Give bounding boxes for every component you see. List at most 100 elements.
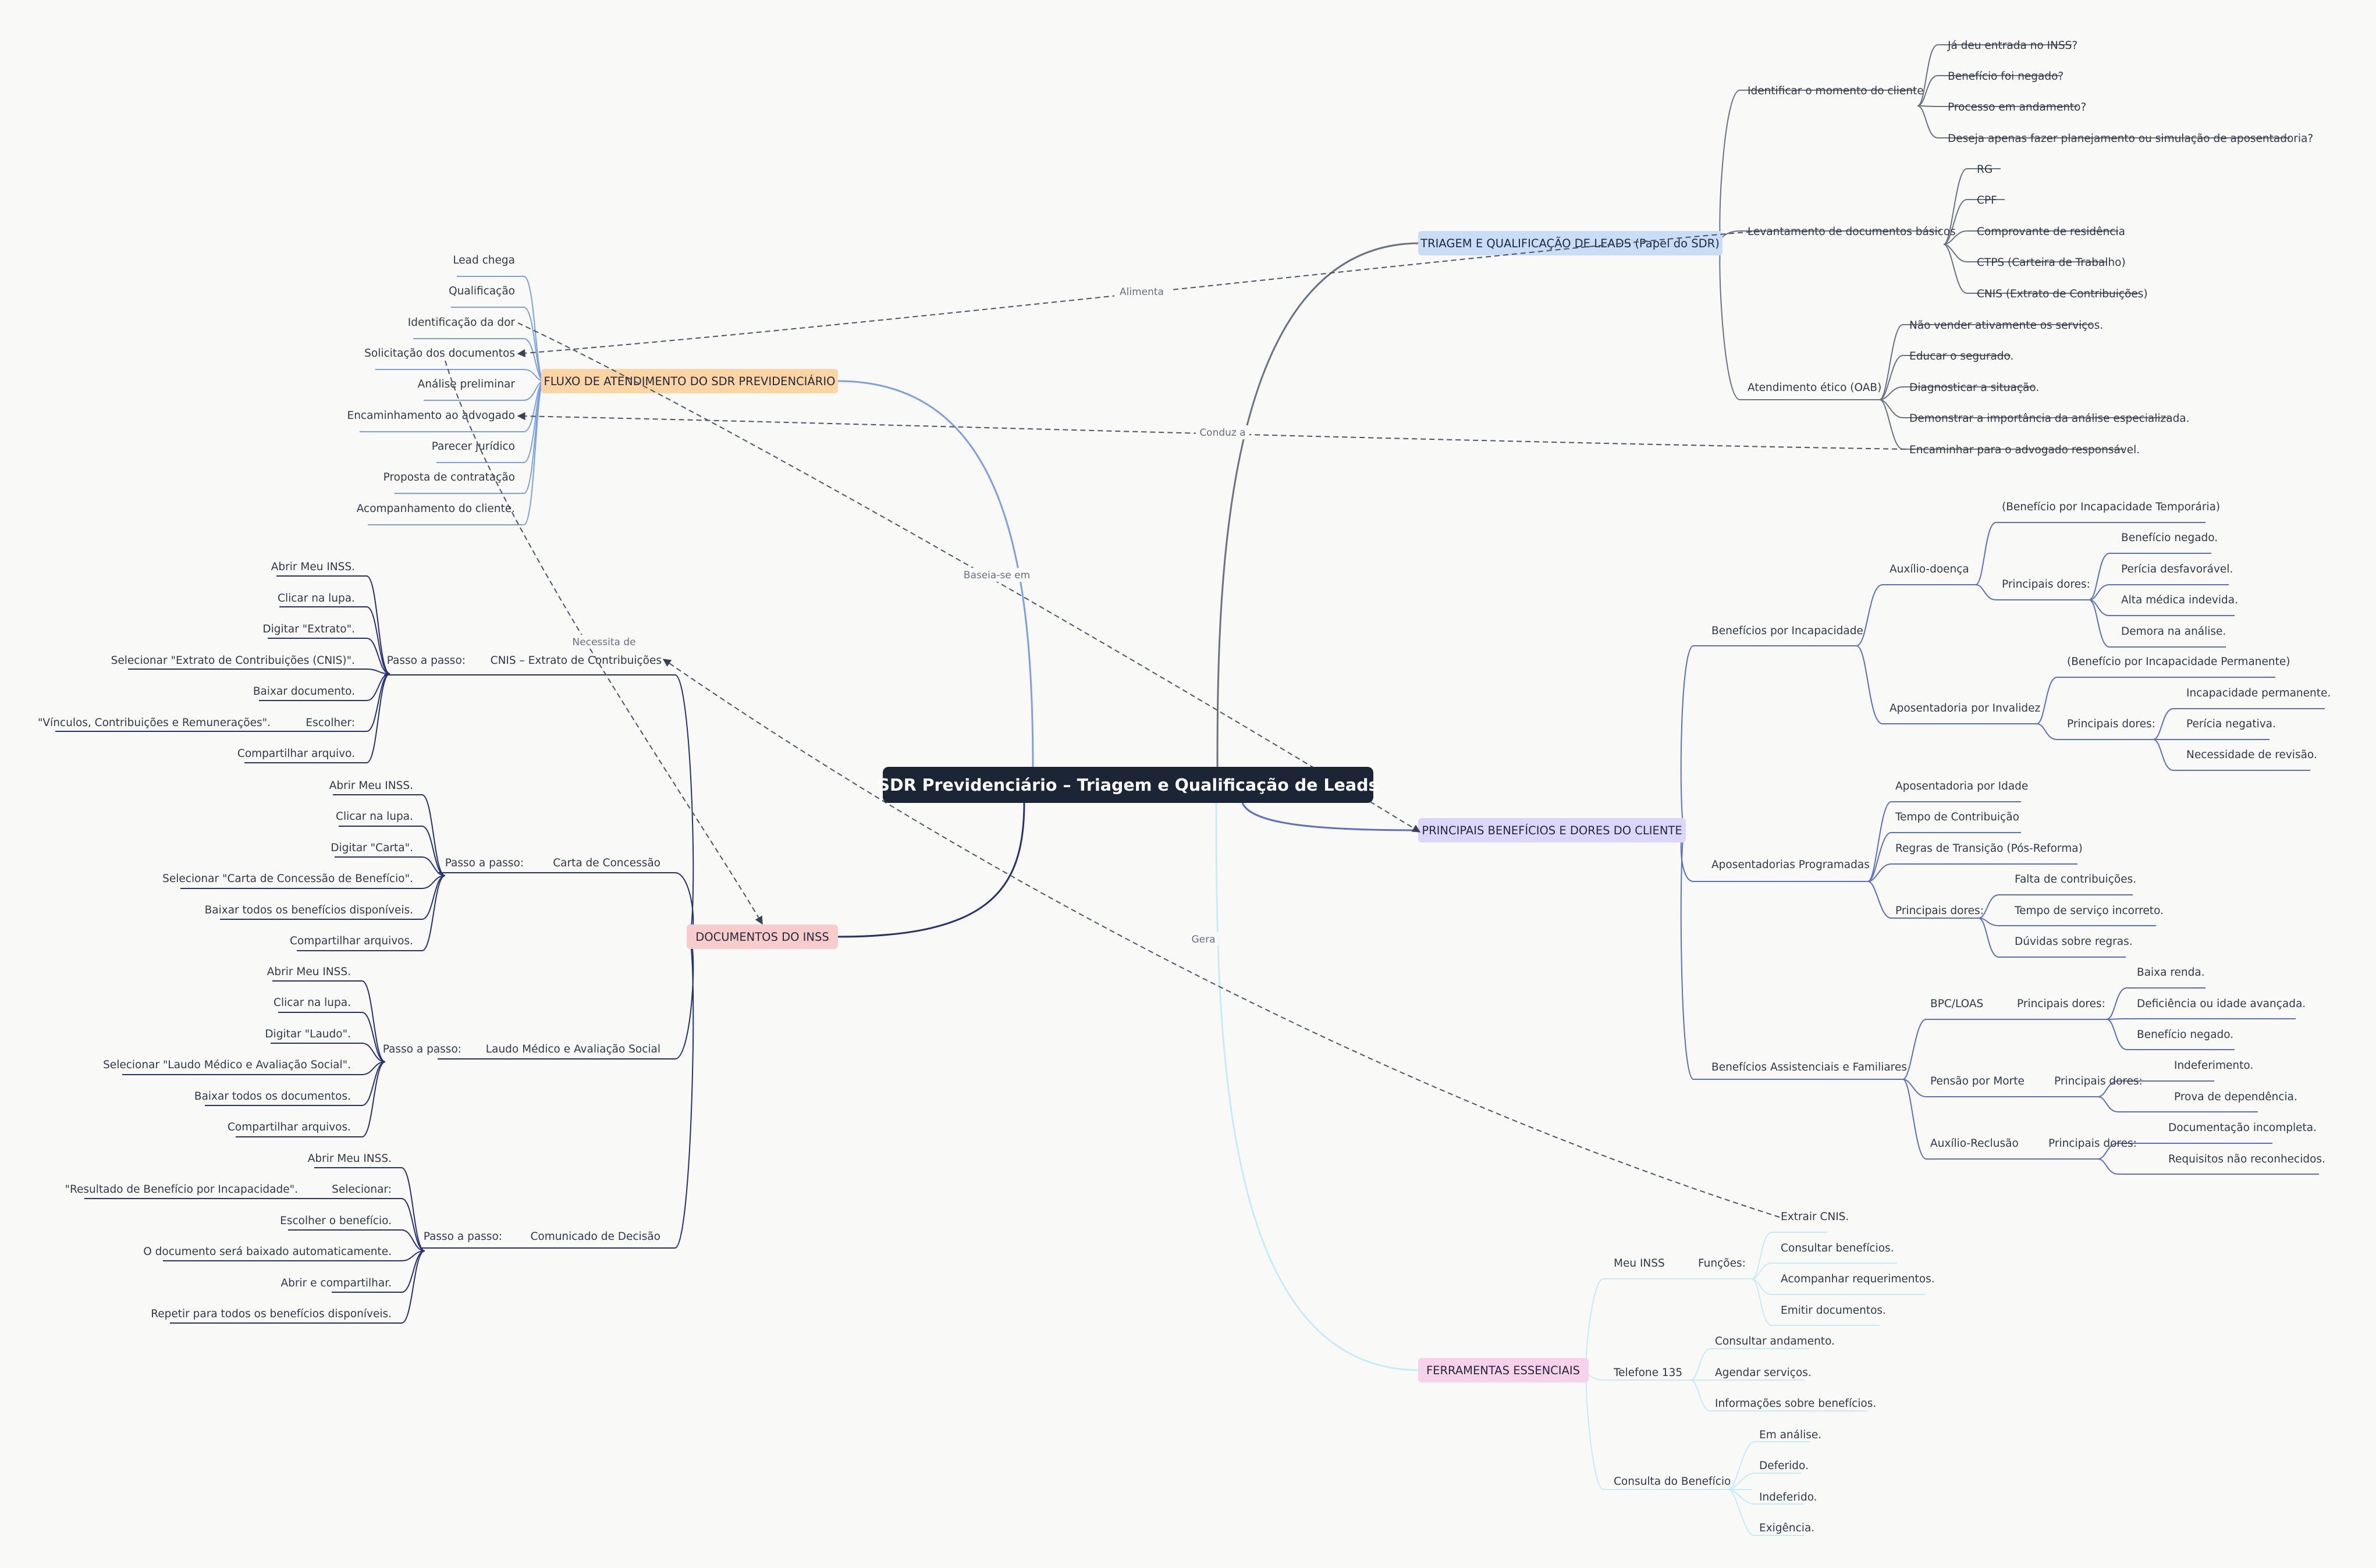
meu-inss-item: Emitir documentos.: [1781, 1304, 1886, 1317]
pensao-dor: Indeferimento.: [2174, 1059, 2253, 1072]
reclusao-dor: Documentação incompleta.: [2168, 1122, 2317, 1134]
consulta-item: Deferido.: [1759, 1460, 1809, 1472]
meu-inss-item: Extrair CNIS.: [1781, 1211, 1849, 1223]
levantamento-item: CTPS (Carteira de Trabalho): [1977, 257, 2126, 269]
programadas-dores-label: Principais dores:: [1895, 905, 1984, 917]
programadas-dor: Falta de contribuições.: [2015, 873, 2136, 886]
auxilio-dor: Demora na análise.: [2121, 625, 2226, 638]
fluxo-item: Encaminhamento ao advogado: [347, 410, 515, 422]
comunicado-label: Comunicado de Decisão: [530, 1231, 660, 1243]
comunicado-step: Selecionar:: [332, 1183, 392, 1196]
comunicado-step: O documento será baixado automaticamente…: [143, 1246, 392, 1258]
meu-inss-item: Consultar benefícios.: [1781, 1242, 1894, 1254]
fluxo-item: Identificação da dor: [408, 317, 516, 329]
bpc-dor: Baixa renda.: [2137, 966, 2205, 979]
consulta-label: Consulta do Benefício: [1614, 1475, 1731, 1488]
carta-label: Carta de Concessão: [553, 857, 660, 869]
cnis-step: Selecionar "Extrato de Contribuições (CN…: [111, 655, 355, 667]
identificar-item: Já deu entrada no INSS?: [1947, 40, 2077, 52]
laudo-step: Clicar na lupa.: [274, 997, 351, 1009]
documentos-title: DOCUMENTOS DO INSS: [695, 930, 829, 944]
fluxo-item: Lead chega: [453, 254, 515, 266]
carta-step: Abrir Meu INSS.: [329, 780, 413, 792]
cnis-step: Clicar na lupa.: [278, 592, 355, 605]
root-connectors: [837, 242, 1420, 1371]
pensao-dores-label: Principais dores:: [2054, 1075, 2143, 1087]
laudo-passo: Passo a passo:: [383, 1043, 461, 1055]
reclusao-dor: Requisitos não reconhecidos.: [2168, 1153, 2325, 1165]
identificar-item: Deseja apenas fazer planejamento ou simu…: [1948, 133, 2313, 145]
relation-label-gera: Gera: [1191, 934, 1215, 945]
relation-label-necessita: Necessita de: [572, 637, 635, 648]
auxilio-dor: Perícia desfavorável.: [2121, 563, 2233, 575]
carta-step: Clicar na lupa.: [336, 810, 413, 823]
comunicado-passo: Passo a passo:: [424, 1231, 502, 1243]
programadas-item: Tempo de Contribuição: [1895, 811, 2019, 823]
fluxo-item: Qualificação: [449, 285, 515, 297]
telefone-item: Informações sobre benefícios.: [1715, 1398, 1876, 1410]
connector-documentos: [837, 802, 1025, 938]
invalidez-dor: Incapacidade permanente.: [2186, 687, 2331, 699]
fluxo-item: Proposta de contratação: [383, 471, 515, 483]
triagem-items: Identificar o momento do cliente Já deu …: [1748, 40, 2313, 456]
meu-inss-label: Meu INSS: [1614, 1257, 1665, 1270]
meu-inss-funcoes-label: Funções:: [1698, 1257, 1746, 1270]
branch-fluxo: [360, 276, 545, 525]
etico-item: Demonstrar a importância da análise espe…: [1909, 413, 2190, 425]
ferramentas-title: FERRAMENTAS ESSENCIAIS: [1426, 1364, 1580, 1377]
assistenciais-label: Benefícios Assistenciais e Familiares: [1711, 1061, 1907, 1073]
etico-item: Não vender ativamente os serviços.: [1909, 319, 2103, 332]
etico-item: Diagnosticar a situação.: [1909, 382, 2039, 394]
consulta-item: Exigência.: [1759, 1522, 1814, 1534]
bpc-dores-label: Principais dores:: [2017, 998, 2105, 1010]
telefone-item: Agendar serviços.: [1715, 1367, 1812, 1379]
invalidez-dor: Perícia negativa.: [2186, 718, 2276, 730]
auxilio-desc: (Benefício por Incapacidade Temporária): [2002, 501, 2220, 513]
connector-ferramentas: [1215, 802, 1420, 1371]
levantamento-item: Comprovante de residência: [1977, 226, 2125, 238]
cnis-escolher-value: "Vínculos, Contribuições e Remunerações"…: [38, 717, 271, 729]
levantamento-item: CNIS (Extrato de Contribuições): [1977, 288, 2148, 300]
cnis-step: Compartilhar arquivo.: [237, 748, 355, 760]
fluxo-item: Análise preliminar: [418, 378, 516, 390]
programadas-dor: Tempo de serviço incorreto.: [2014, 905, 2164, 917]
laudo-step: Abrir Meu INSS.: [267, 966, 351, 978]
pensao-dor: Prova de dependência.: [2174, 1091, 2297, 1103]
programadas-dor: Dúvidas sobre regras.: [2015, 936, 2133, 948]
fluxo-item: Parecer jurídico: [432, 440, 515, 453]
comunicado-step: Abrir Meu INSS.: [308, 1153, 392, 1165]
relation-label-conduz: Conduz a: [1199, 427, 1245, 439]
cnis-step: Abrir Meu INSS.: [271, 561, 355, 573]
root-node[interactable]: SDR Previdenciário – Triagem e Qualifica…: [878, 767, 1378, 803]
relation-label-alimenta: Alimenta: [1120, 286, 1164, 298]
levantamento-item: CPF: [1977, 194, 1997, 207]
invalidez-dores-label: Principais dores:: [2067, 718, 2155, 730]
consulta-item: Em análise.: [1759, 1429, 1821, 1441]
carta-step: Compartilhar arquivos.: [290, 935, 413, 947]
fluxo-title: FLUXO DE ATENDIMENTO DO SDR PREVIDENCIÁR…: [544, 375, 836, 388]
beneficios-items: Benefícios por Incapacidade Auxílio-doen…: [1711, 501, 2331, 1165]
etico-label: Atendimento ético (OAB): [1748, 382, 1881, 394]
telefone-item: Consultar andamento.: [1715, 1335, 1835, 1347]
beneficios-title: PRINCIPAIS BENEFÍCIOS E DORES DO CLIENTE: [1422, 824, 1682, 837]
etico-item: Encaminhar para o advogado responsável.: [1909, 444, 2140, 456]
laudo-step: Baixar todos os documentos.: [194, 1090, 351, 1103]
identificar-item: Processo em andamento?: [1948, 101, 2086, 113]
pensao-label: Pensão por Morte: [1930, 1075, 2025, 1087]
programadas-item: Regras de Transição (Pós-Reforma): [1895, 842, 2083, 855]
identificar-item: Benefício foi negado?: [1948, 70, 2064, 83]
cnis-label: CNIS – Extrato de Contribuições: [491, 655, 662, 667]
laudo-label: Laudo Médico e Avaliação Social: [486, 1043, 660, 1055]
reclusao-dores-label: Principais dores:: [2048, 1137, 2137, 1150]
comunicado-step: Repetir para todos os benefícios disponí…: [151, 1308, 392, 1320]
cnis-step: Digitar "Extrato".: [262, 623, 355, 635]
laudo-step: Digitar "Laudo".: [265, 1028, 351, 1040]
relation-label-baseia: Baseia-se em: [964, 570, 1030, 581]
cnis-passo: Passo a passo:: [387, 655, 466, 667]
identificar-label: Identificar o momento do cliente: [1748, 85, 1924, 97]
laudo-step: Compartilhar arquivos.: [228, 1121, 351, 1133]
cnis-step: Baixar documento.: [253, 685, 355, 698]
carta-step: Selecionar "Carta de Concessão de Benefí…: [162, 873, 413, 885]
invalidez-label: Aposentadoria por Invalidez: [1890, 702, 2040, 714]
bpc-dor: Deficiência ou idade avançada.: [2137, 998, 2306, 1010]
